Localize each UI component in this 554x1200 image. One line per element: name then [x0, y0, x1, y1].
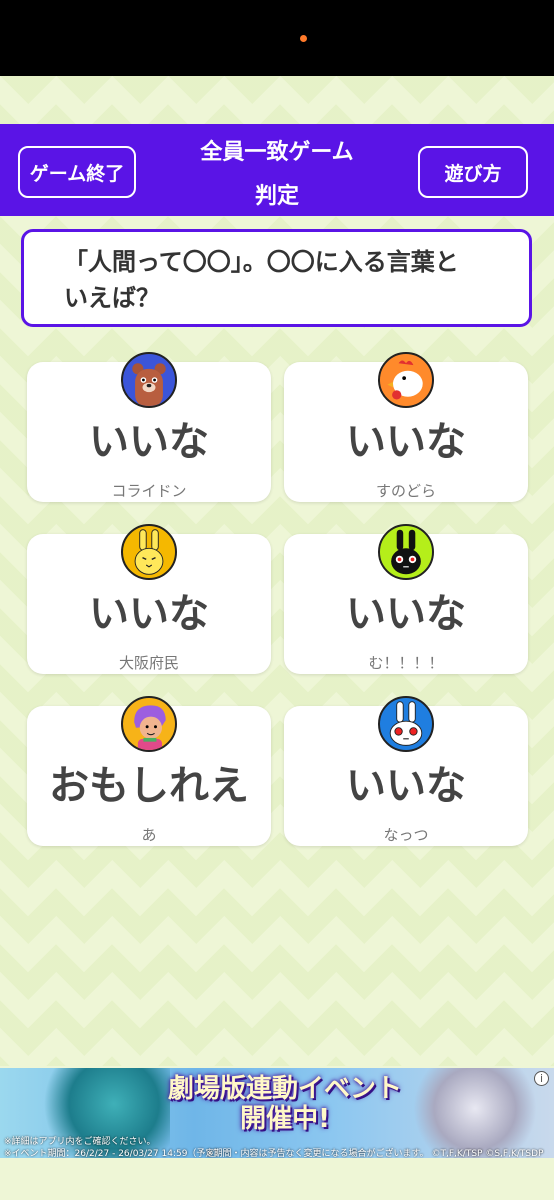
purple-hair-person-avatar-icon	[121, 696, 177, 752]
end-game-button[interactable]: ゲーム終了	[18, 146, 136, 198]
game-title: 全員一致ゲーム	[200, 140, 354, 165]
answer-card: おもしれえ あ	[27, 696, 271, 846]
white-rabbit-avatar-icon	[378, 696, 434, 752]
player-name: すのどら	[375, 482, 436, 500]
player-name: 大阪府民	[118, 654, 179, 672]
judge-label: 判定	[254, 184, 299, 209]
answer-card: いいな コライドン	[27, 352, 271, 502]
ad-title-line1: 劇場版連動イベント	[167, 1074, 402, 1104]
black-rabbit-avatar-icon	[378, 524, 434, 580]
ad-banner[interactable]: 劇場版連動イベント 開催中! ※詳細はアプリ内をご確認ください。 ※イベント期間…	[0, 1068, 554, 1158]
status-bar	[0, 0, 554, 76]
ad-character-right	[410, 1068, 540, 1158]
player-name: む！！！！	[368, 654, 444, 672]
answer-card: いいな なっつ	[284, 696, 528, 846]
yellow-rabbit-avatar-icon	[121, 524, 177, 580]
question-text-line2: いえば？	[64, 284, 160, 312]
game-header: ゲーム終了 全員一致ゲーム 判定 遊び方	[0, 124, 554, 216]
player-name: なっつ	[383, 826, 429, 844]
answer-card: いいな む！！！！	[284, 524, 528, 674]
chicken-avatar-icon	[378, 352, 434, 408]
ad-note: ※期間・内容は予告なく変更になる場合がございます。 ©T,F,K/TSP ©S,…	[206, 1149, 544, 1158]
ad-title: 劇場版連動イベント 開催中!	[160, 1074, 410, 1134]
camera-indicator-dot	[300, 35, 307, 42]
question-text-line1: 「人間って〇〇」。〇〇に入る言葉と	[64, 248, 459, 276]
answer-text: いいな	[89, 591, 209, 637]
answer-text: いいな	[346, 419, 466, 465]
answer-card: いいな すのどら	[284, 352, 528, 502]
ad-title-line2: 開催中!	[240, 1104, 330, 1134]
question-box: 「人間って〇〇」。〇〇に入る言葉と いえば？	[21, 229, 532, 327]
ad-note: ※イベント期間：26/2/27 - 26/03/27 14:59（予定）	[4, 1149, 224, 1158]
answer-text: おもしれえ	[49, 763, 249, 809]
answer-card: いいな 大阪府民	[27, 524, 271, 674]
player-name: あ	[141, 826, 157, 844]
bottom-area	[0, 1158, 554, 1200]
ad-info-icon[interactable]: i	[534, 1071, 549, 1086]
player-name: コライドン	[111, 482, 187, 500]
how-to-play-button[interactable]: 遊び方	[418, 146, 528, 198]
answer-text: いいな	[346, 591, 466, 637]
bear-avatar-icon	[121, 352, 177, 408]
answer-text: いいな	[89, 419, 209, 465]
answer-text: いいな	[346, 763, 466, 809]
